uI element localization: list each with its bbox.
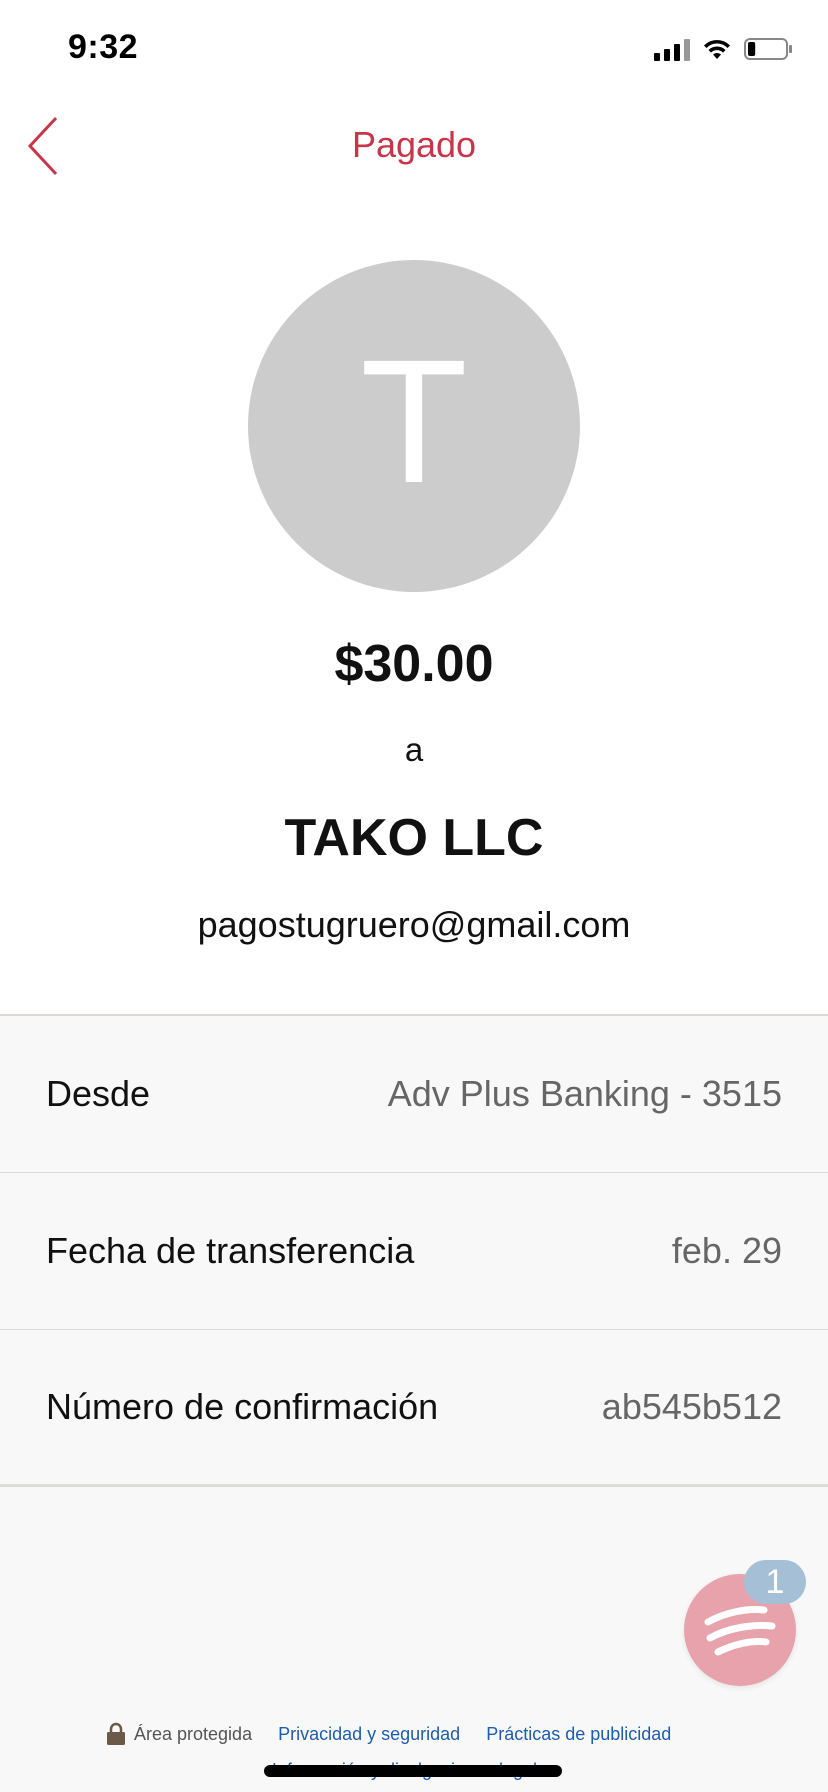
detail-label: Fecha de transferencia xyxy=(46,1230,415,1271)
chat-stripes-icon xyxy=(704,1606,776,1656)
detail-value: feb. 29 xyxy=(671,1230,782,1271)
payee-name: TAKO LLC xyxy=(284,809,544,867)
wifi-icon xyxy=(702,37,732,61)
status-time: 9:32 xyxy=(68,28,139,66)
privacy-security-link[interactable]: Privacidad y seguridad xyxy=(278,1724,460,1745)
payment-details: Desde Adv Plus Banking - 3515 Fecha de t… xyxy=(0,1014,828,1792)
detail-value: Adv Plus Banking - 3515 xyxy=(387,1073,782,1114)
payee-email: pagostugruero@gmail.com xyxy=(197,904,631,945)
status-icons xyxy=(654,34,794,64)
payment-detail-screen: 9:32 Pagado T $30.00 a TAKO LLC pagostug… xyxy=(0,0,828,1792)
home-indicator xyxy=(264,1765,562,1777)
nav-bar: Pagado xyxy=(0,100,828,196)
footer-links-row: Área protegida Privacidad y seguridad Pr… xyxy=(106,1722,671,1746)
detail-row-confirmation: Número de confirmación ab545b512 xyxy=(0,1330,828,1487)
notification-badge: 1 xyxy=(744,1560,806,1604)
secure-area: Área protegida xyxy=(106,1722,252,1746)
battery-icon xyxy=(744,37,794,61)
detail-label: Número de confirmación xyxy=(46,1386,439,1427)
to-label: a xyxy=(404,731,424,768)
avatar: T xyxy=(248,260,580,592)
signal-icon xyxy=(654,37,690,61)
detail-label: Desde xyxy=(46,1073,151,1114)
detail-value: ab545b512 xyxy=(601,1386,782,1427)
lock-icon xyxy=(107,1722,125,1745)
detail-row-transfer-date: Fecha de transferencia feb. 29 xyxy=(0,1173,828,1330)
secure-area-label: Área protegida xyxy=(134,1723,253,1744)
payment-amount: $30.00 xyxy=(334,635,494,693)
status-bar: 9:32 xyxy=(0,0,828,100)
avatar-letter: T xyxy=(360,324,468,520)
advertising-practices-link[interactable]: Prácticas de publicidad xyxy=(486,1724,671,1745)
page-title: Pagado xyxy=(351,124,477,165)
detail-row-from: Desde Adv Plus Banking - 3515 xyxy=(0,1016,828,1173)
